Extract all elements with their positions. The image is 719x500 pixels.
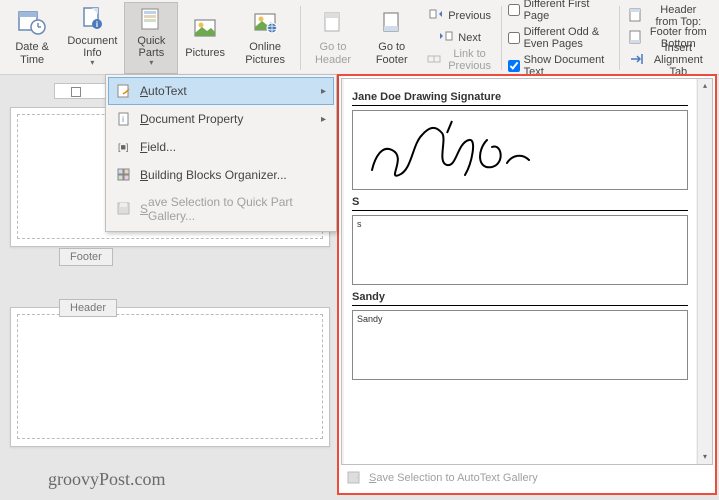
goto-footer-label: Go to Footer [370,41,413,65]
save-autotext-icon [347,471,363,485]
save-autotext-underline: S [369,472,376,484]
diff-first-page-checkbox[interactable]: Different First Page [504,0,617,24]
header-from-top-label: Header from Top: [649,4,708,28]
link-icon [427,52,443,68]
pictures-label: Pictures [185,47,225,59]
goto-header-icon [317,7,349,39]
diff-odd-even-checkbox[interactable]: Different Odd & Even Pages [504,24,617,52]
menu-document-property[interactable]: i Document Property ▸ [108,105,334,133]
save-selection-underline: S [140,202,148,216]
quick-parts-icon [135,5,167,33]
autotext-underline: A [140,84,148,98]
entry-title: Jane Doe Drawing Signature [352,91,688,103]
header-label-tab: Header [59,299,117,317]
goto-header-label: Go to Header [310,41,356,65]
scroll-down-icon[interactable]: ▾ [698,450,712,464]
svg-text:[■]: [■] [118,142,128,152]
signature-drawing-icon [357,115,557,185]
online-pictures-label: Online Pictures [239,41,291,65]
svg-text:i: i [96,20,98,29]
doc-property-underline: D [140,112,149,126]
quick-parts-button[interactable]: Quick Parts ▾ [124,2,178,74]
flyout-footer: Save Selection to AutoText Gallery [339,467,715,489]
goto-header-button[interactable]: Go to Header [303,2,363,74]
previous-button[interactable]: Previous [420,5,499,27]
previous-icon [428,8,444,24]
chevron-down-icon: ▾ [149,59,153,68]
footer-label-tab: Footer [59,248,113,266]
document-info-icon: i [76,5,108,33]
align-tab-icon [629,52,645,68]
online-pictures-button[interactable]: Online Pictures [232,2,298,74]
scrollbar[interactable]: ▴ ▾ [697,79,712,464]
quick-parts-dropdown: AutoText ▸ i Document Property ▸ [■] Fie… [105,74,337,232]
chevron-right-icon: ▸ [321,86,326,97]
save-selection-rest: ave Selection to Quick Part Gallery... [148,195,326,223]
watermark-text: groovyPost.com [48,469,166,490]
quick-parts-label: Quick Parts [131,35,171,59]
entry-title: S [352,196,688,208]
menu-building-blocks[interactable]: Building Blocks Organizer... [108,161,334,189]
picture-icon [189,13,221,45]
field-icon: [■] [116,139,132,155]
menu-autotext[interactable]: AutoText ▸ [108,77,334,105]
link-previous-button[interactable]: Link to Previous [420,49,499,71]
autotext-entry-signature[interactable] [352,110,688,190]
building-blocks-icon [116,167,132,183]
save-icon [116,201,132,217]
autotext-entry-sandy[interactable]: Sandy [352,310,688,380]
ribbon-toolbar: Date & Time i Document Info ▾ Quick Part… [0,0,719,75]
entry-title: Sandy [352,291,688,303]
header-from-top-button[interactable]: Header from Top: [622,5,715,27]
doc-property-rest: ocument Property [149,112,244,126]
field-rest: ield... [147,140,176,154]
save-autotext-rest: ave Selection to AutoText Gallery [376,472,537,484]
scroll-up-icon[interactable]: ▴ [698,79,712,93]
page-header-section: Header [10,307,330,447]
goto-footer-button[interactable]: Go to Footer [363,2,420,74]
building-blocks-underline: B [140,168,148,182]
autotext-flyout: Jane Doe Drawing Signature S s Sandy San… [337,74,717,495]
previous-label: Previous [448,10,491,22]
calendar-clock-icon [16,7,48,39]
pictures-button[interactable]: Pictures [178,2,232,74]
autotext-icon [116,83,132,99]
chevron-right-icon: ▸ [321,114,326,125]
menu-field[interactable]: [■] Field... [108,133,334,161]
next-label: Next [458,32,481,44]
menu-save-selection: Save Selection to Quick Part Gallery... [108,189,334,229]
next-icon [438,30,454,46]
building-blocks-rest: uilding Blocks Organizer... [148,168,287,182]
link-previous-label: Link to Previous [447,48,492,72]
insert-align-tab-button[interactable]: Insert Alignment Tab [622,49,715,71]
header-top-icon [629,8,645,24]
date-time-button[interactable]: Date & Time [4,2,60,74]
field-underline: F [140,140,147,154]
online-pictures-icon [249,7,281,39]
document-info-label: Document Info [67,35,117,59]
autotext-entry-s[interactable]: s [352,215,688,285]
autotext-rest: utoText [148,84,187,98]
chevron-down-icon: ▾ [90,59,94,68]
svg-text:i: i [122,115,124,124]
document-info-button[interactable]: i Document Info ▾ [60,2,124,74]
goto-footer-icon [376,7,408,39]
doc-property-icon: i [116,111,132,127]
insert-align-tab-label: Insert Alignment Tab [649,42,708,78]
next-button[interactable]: Next [420,27,499,49]
date-time-label: Date & Time [11,41,53,65]
footer-bottom-icon [629,30,645,46]
